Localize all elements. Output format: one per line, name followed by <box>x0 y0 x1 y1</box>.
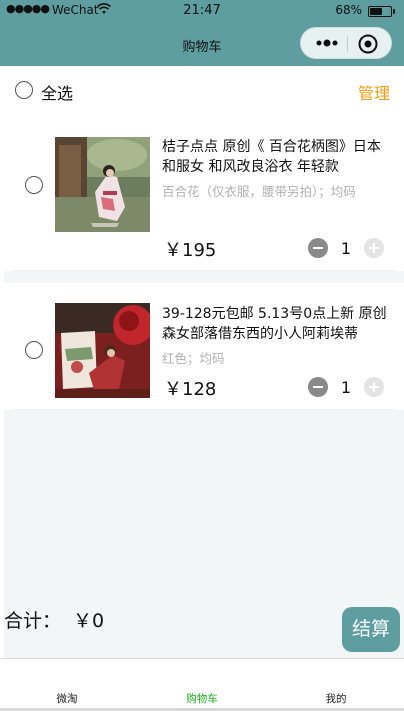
item-select-radio[interactable] <box>25 341 43 359</box>
total-summary: 合计： ￥0 <box>4 606 104 633</box>
battery-icon <box>368 6 395 17</box>
tab-bar: 微淘 购物车 我的 <box>0 658 404 711</box>
quantity-value: 1 <box>340 378 352 397</box>
select-bar: 全选 管理 <box>4 66 404 116</box>
tab-mine[interactable]: 我的 <box>269 691 403 706</box>
product-spec: 红色；均码 <box>162 351 225 366</box>
quantity-stepper: 1 <box>308 377 384 399</box>
item-select-radio[interactable] <box>25 176 43 194</box>
increase-quantity-button[interactable] <box>364 377 384 397</box>
quantity-value: 1 <box>340 239 352 258</box>
product-title[interactable]: 桔子点点 原创《 百合花柄图》日本和服女 和风改良浴衣 年轻款 <box>162 137 388 177</box>
header-bar: ●●●●● WeChat 21:47 68% 购物车 <box>0 0 404 66</box>
total-amount: ￥0 <box>73 610 105 632</box>
increase-quantity-button[interactable] <box>364 238 384 258</box>
product-price: ￥128 <box>164 379 217 400</box>
product-spec: 百合花（仅衣服，腰带另拍）；均码 <box>162 184 356 199</box>
tab-weitao[interactable]: 微淘 <box>0 691 134 706</box>
select-all-label[interactable]: 全选 <box>41 80 73 104</box>
close-miniprogram-icon[interactable] <box>357 33 379 55</box>
battery-percent: 68% <box>335 3 362 17</box>
decrease-quantity-button[interactable] <box>308 238 328 258</box>
item-divider <box>14 409 394 410</box>
status-bar: ●●●●● WeChat 21:47 68% <box>0 0 404 22</box>
total-label: 合计： <box>4 610 62 632</box>
product-image[interactable] <box>55 303 150 398</box>
checkout-button[interactable]: 结算 <box>342 607 400 652</box>
quantity-stepper: 1 <box>308 238 384 260</box>
product-title[interactable]: 39-128元包邮 5.13号0点上新 原创森女部落借东西的小人阿莉埃蒂 <box>162 304 388 344</box>
item-divider <box>14 270 394 271</box>
product-price: ￥195 <box>164 240 217 261</box>
miniprogram-capsule <box>300 27 392 59</box>
decrease-quantity-button[interactable] <box>308 377 328 397</box>
cart-item: 39-128元包邮 5.13号0点上新 原创森女部落借东西的小人阿莉埃蒂 红色；… <box>4 283 404 410</box>
cart-content: 全选 管理 桔子点点 原创《 百合花柄图》日本和服女 和风改良浴衣 年轻款 百合… <box>4 66 404 658</box>
manage-button[interactable]: 管理 <box>358 80 390 104</box>
select-all-radio[interactable] <box>15 81 33 99</box>
cart-screen: ●●●●● WeChat 21:47 68% 购物车 全选 管理 桔子点点 原创… <box>0 0 404 711</box>
capsule-divider <box>347 36 348 52</box>
tab-cart[interactable]: 购物车 <box>135 691 269 706</box>
cart-item: 桔子点点 原创《 百合花柄图》日本和服女 和风改良浴衣 年轻款 百合花（仅衣服，… <box>4 116 404 271</box>
product-image[interactable] <box>55 137 150 232</box>
more-icon[interactable] <box>313 33 341 53</box>
